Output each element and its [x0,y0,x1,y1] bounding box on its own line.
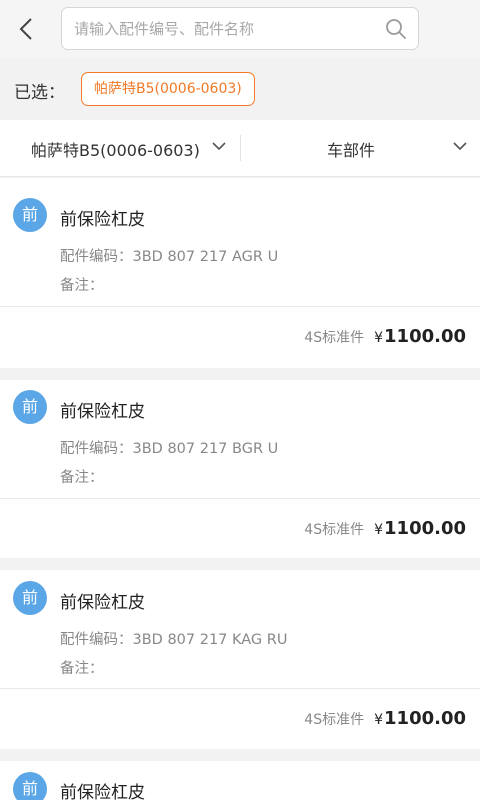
currency-symbol: ¥ [374,712,384,728]
divider [0,306,480,307]
currency-symbol: ¥ [374,330,384,346]
part-price: 1100.00 [384,518,466,539]
part-name: 前保险杠皮 [60,210,145,230]
part-code-label: 配件编码： [60,249,133,265]
part-type-tag: 4S标准件 [304,330,365,346]
part-name: 前保险杠皮 [60,783,145,800]
part-card[interactable]: 前 前保险杠皮 配件编码：3BD 807 217 AGR U 备注： 4S标准件… [0,178,480,368]
part-type-tag: 4S标准件 [304,522,365,538]
part-type-tag: 4S标准件 [304,712,365,728]
top-bar [0,0,480,58]
part-avatar: 前 [13,581,47,615]
part-note-row: 备注： [60,657,104,678]
part-code: 3BD 807 217 BGR U [132,441,279,457]
part-price: 1100.00 [384,708,466,729]
search-box[interactable] [61,7,419,50]
part-avatar: 前 [13,390,47,424]
currency-symbol: ¥ [374,522,384,538]
model-filter-label: 帕萨特B5(0006-0603) [31,141,200,160]
part-code: 3BD 807 217 KAG RU [132,632,288,648]
part-note-row: 备注： [60,274,104,295]
part-note-label: 备注： [60,470,104,486]
back-button[interactable] [10,12,42,46]
price-line: 4S标准件 ¥1100.00 [304,326,466,347]
selected-model-chip[interactable]: 帕萨特B5(0006-0603) [81,72,255,106]
search-input[interactable] [74,8,374,49]
filter-bar: 帕萨特B5(0006-0603) 车部件 [0,120,480,177]
part-category-label: 车部件 [327,141,376,160]
part-price: 1100.00 [384,326,466,347]
part-code-row: 配件编码：3BD 807 217 BGR U [60,437,278,458]
divider [0,498,480,499]
part-card[interactable]: 前 前保险杠皮 配件编码：3BD 807 217 BGR U 备注： 4S标准件… [0,380,480,558]
part-avatar: 前 [13,772,47,800]
part-note-label: 备注： [60,661,104,677]
chevron-left-icon [19,18,32,40]
part-note-label: 备注： [60,278,104,294]
divider [0,688,480,689]
chevron-down-icon [453,142,467,151]
part-code-row: 配件编码：3BD 807 217 KAG RU [60,628,287,649]
part-card[interactable]: 前 前保险杠皮 配件编码：3BD 807 217 KAG RU 备注： 4S标准… [0,570,480,749]
model-filter-dropdown[interactable]: 帕萨特B5(0006-0603) [0,120,240,176]
part-note-row: 备注： [60,466,104,487]
price-line: 4S标准件 ¥1100.00 [304,708,466,729]
price-line: 4S标准件 ¥1100.00 [304,518,466,539]
part-card[interactable]: 前 前保险杠皮 [0,761,480,800]
part-name: 前保险杠皮 [60,402,145,422]
chevron-down-icon [212,142,226,151]
search-icon[interactable] [385,18,407,40]
part-category-dropdown[interactable]: 车部件 [241,120,480,176]
part-code-row: 配件编码：3BD 807 217 AGR U [60,245,278,266]
part-code: 3BD 807 217 AGR U [132,249,279,265]
part-avatar: 前 [13,198,47,232]
part-code-label: 配件编码： [60,441,133,457]
selected-label: 已选： [14,83,65,103]
part-name: 前保险杠皮 [60,593,145,613]
part-code-label: 配件编码： [60,632,133,648]
